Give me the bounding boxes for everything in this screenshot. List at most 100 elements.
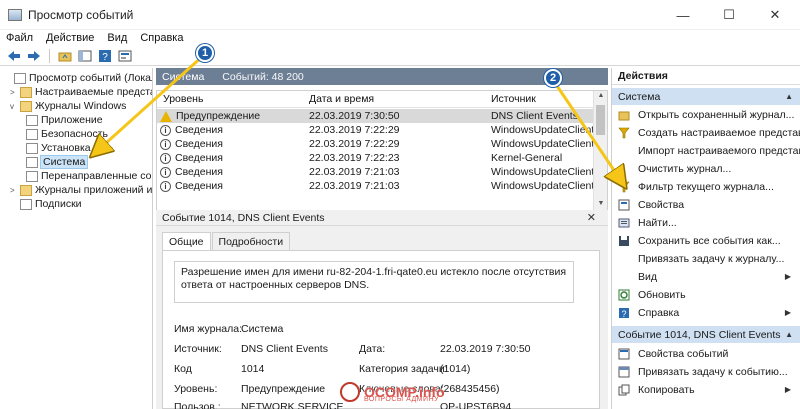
forward-arrow-icon[interactable]	[26, 48, 42, 64]
tree-custom-views[interactable]: > Настраиваемые представле...	[10, 85, 152, 99]
actions-section-event[interactable]: Событие 1014, DNS Client Events ▲	[612, 326, 800, 343]
info-icon: i	[160, 138, 171, 150]
menu-file[interactable]: Файл	[0, 32, 40, 44]
event-viewer-icon	[14, 72, 26, 84]
action-item[interactable]: Найти...	[612, 214, 800, 231]
action-item[interactable]: Фильтр текущего журнала...	[612, 178, 800, 195]
column-source[interactable]: Источник	[491, 93, 591, 105]
action-item[interactable]: Привязать задачу к событию...	[612, 363, 800, 380]
tree-setup-log[interactable]: Установка	[26, 141, 91, 155]
tree-system-log[interactable]: Система	[26, 155, 89, 169]
actions-section-system[interactable]: Система ▲	[612, 88, 800, 105]
action-item[interactable]: Очистить журнал...	[612, 160, 800, 177]
action-item[interactable]: Обновить	[612, 286, 800, 303]
tree-subscriptions-label: Подписки	[35, 198, 82, 210]
action-item[interactable]: Сохранить все события как...	[612, 232, 800, 249]
menu-help[interactable]: Справка	[134, 32, 190, 44]
save-icon	[618, 235, 630, 247]
events-grid-header: Уровень Дата и время Источник	[157, 91, 593, 108]
table-row[interactable]: i Сведения 22.03.2019 7:21:03 WindowsUpdate…	[157, 165, 594, 179]
tab-details[interactable]: Подробности	[211, 232, 291, 250]
table-row[interactable]: i Сведения 22.03.2019 7:22:23 Kernel-Genera…	[157, 151, 593, 165]
menu-action[interactable]: Действие	[40, 32, 101, 44]
chevron-up-icon[interactable]: ▲	[785, 330, 793, 339]
table-row[interactable]: i Сведения 22.03.2019 7:21:03 WindowsUpdate…	[157, 179, 595, 193]
back-arrow-icon[interactable]	[6, 48, 22, 64]
close-button[interactable]: ✕	[752, 0, 798, 30]
cell-source: DNS Client Events	[491, 110, 578, 122]
chevron-up-icon[interactable]: ▲	[785, 92, 793, 101]
close-event-icon[interactable]: ✕	[587, 211, 596, 224]
toolbar-separator	[49, 48, 50, 63]
info-icon: i	[160, 124, 171, 136]
action-item[interactable]: Копировать ▶	[612, 381, 800, 398]
tree-security-log[interactable]: Безопасность	[26, 127, 108, 141]
action-item[interactable]: Импорт настраиваемого представле...	[612, 142, 800, 159]
minimize-button[interactable]: —	[660, 0, 706, 30]
action-item-label: Привязать задачу к журналу...	[638, 252, 785, 265]
task-category-value: (1014)	[440, 363, 471, 375]
navigation-tree: Просмотр событий (Локальный) > Настраива…	[0, 68, 153, 409]
cell-level: i Сведения	[157, 180, 309, 192]
tree-root[interactable]: Просмотр событий (Локальный)	[4, 71, 152, 85]
actions-panel: Действия Система ▲ Открыть сохраненный ж…	[611, 68, 800, 409]
tab-general[interactable]: Общие	[162, 232, 211, 251]
cell-level: i Сведения	[157, 166, 309, 178]
tree-subscriptions[interactable]: Подписки	[10, 197, 82, 211]
tree-forwarded[interactable]: Перенаправленные собы	[26, 169, 153, 183]
column-date[interactable]: Дата и время	[309, 93, 491, 105]
show-hide-tree-icon[interactable]	[77, 48, 93, 64]
date-label: Дата:	[359, 343, 386, 355]
tree-app-log[interactable]: Приложение	[26, 113, 103, 127]
tree-forwarded-label: Перенаправленные собы	[41, 170, 153, 182]
column-level[interactable]: Уровень	[157, 93, 309, 105]
cell-source: WindowsUpdateClient	[491, 138, 595, 150]
chevron-down-icon[interactable]: v	[10, 102, 20, 111]
source-value: DNS Client Events	[241, 343, 328, 355]
action-item-label: Вид	[638, 270, 657, 283]
tree-system-log-label: Система	[39, 155, 89, 169]
events-scrollbar[interactable]: ▲ ▼	[593, 91, 607, 213]
tree-windows-logs[interactable]: v Журналы Windows	[10, 99, 126, 113]
chevron-right-icon[interactable]: >	[10, 88, 20, 97]
cell-level-text: Сведения	[175, 180, 223, 192]
action-item[interactable]: Привязать задачу к журналу...	[612, 250, 800, 267]
action-item[interactable]: ? Справка ▶	[612, 304, 800, 321]
submenu-arrow-icon: ▶	[784, 272, 791, 281]
help-icon: ?	[618, 307, 630, 319]
help-icon[interactable]: ?	[97, 48, 113, 64]
tree-security-log-label: Безопасность	[41, 128, 108, 140]
action-item-label: Очистить журнал...	[638, 162, 732, 175]
action-item[interactable]: Свойства событий	[612, 345, 800, 362]
up-folder-icon[interactable]	[57, 48, 73, 64]
table-row[interactable]: Предупреждение 22.03.2019 7:30:50 DNS Clie…	[157, 109, 593, 123]
scroll-up-icon[interactable]: ▲	[594, 92, 608, 104]
action-item[interactable]: Открыть сохраненный журнал...	[612, 106, 800, 123]
subscriptions-icon	[20, 198, 32, 210]
tree-windows-logs-label: Журналы Windows	[35, 100, 127, 112]
tree-app-log-label: Приложение	[41, 114, 103, 126]
cell-date: 22.03.2019 7:22:29	[309, 124, 400, 136]
log-icon	[26, 170, 38, 182]
find-icon	[618, 217, 630, 229]
svg-text:?: ?	[102, 52, 108, 62]
menu-view[interactable]: Вид	[101, 32, 134, 44]
scroll-thumb[interactable]	[596, 105, 605, 135]
action-item-label: Привязать задачу к событию...	[638, 365, 788, 378]
maximize-button[interactable]: ☐	[706, 0, 752, 30]
attach-task-icon	[618, 366, 630, 378]
action-item-label: Обновить	[638, 288, 686, 301]
table-row[interactable]: i Сведения 22.03.2019 7:22:29 WindowsUpdate…	[157, 123, 594, 137]
table-row[interactable]: i Сведения 22.03.2019 7:22:29 WindowsUpdate…	[157, 137, 595, 151]
cell-date: 22.03.2019 7:22:23	[309, 152, 400, 164]
cell-level-text: Сведения	[175, 152, 223, 164]
action-item[interactable]: Создать настраиваемое представле...	[612, 124, 800, 141]
tree-apps-services[interactable]: > Журналы приложений и слу	[10, 183, 152, 197]
action-item[interactable]: Вид ▶	[612, 268, 800, 285]
tree-setup-log-label: Установка	[41, 142, 91, 154]
action-item[interactable]: Свойства	[612, 196, 800, 213]
cell-source: WindowsUpdateClient	[491, 180, 595, 192]
chevron-right-icon[interactable]: >	[10, 186, 20, 195]
cell-date: 22.03.2019 7:30:50	[309, 110, 400, 122]
properties-icon[interactable]	[117, 48, 133, 64]
